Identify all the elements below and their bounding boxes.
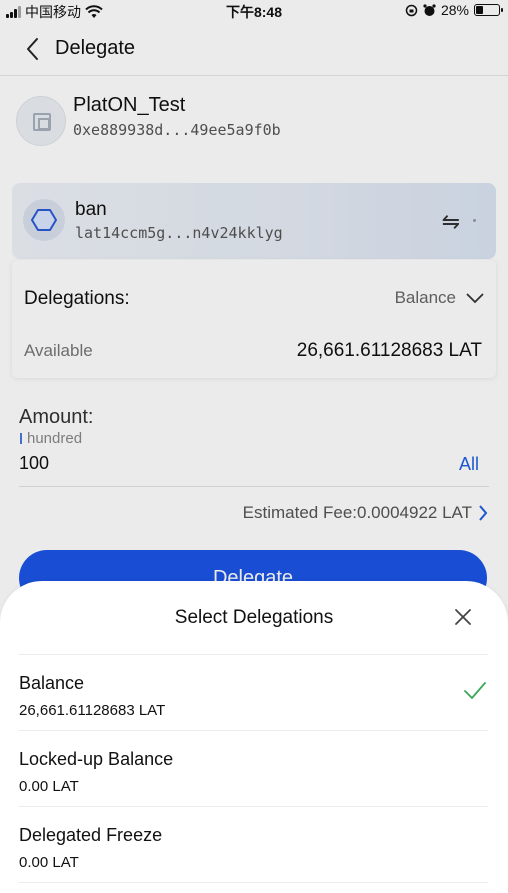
divider: [19, 882, 488, 883]
option-balance[interactable]: Balance 26,661.61128683 LAT: [0, 655, 508, 731]
option-delegated-freeze[interactable]: Delegated Freeze 0.00 LAT: [0, 807, 508, 883]
option-name: Delegated Freeze: [19, 825, 163, 845]
option-amount: 0.00 LAT: [19, 854, 79, 871]
sheet-title: Select Delegations: [174, 607, 334, 628]
option-locked-up-balance[interactable]: Locked-up Balance 0.00 LAT: [0, 731, 508, 807]
option-name: Balance: [19, 673, 85, 693]
checkmark-icon: [464, 682, 486, 699]
option-name: Locked-up Balance: [19, 749, 174, 769]
select-delegations-sheet: Select Delegations Balance 26,661.611286…: [0, 581, 508, 893]
option-amount: 26,661.61128683 LAT: [19, 702, 166, 719]
close-icon[interactable]: [454, 608, 472, 626]
option-amount: 0.00 LAT: [19, 778, 79, 795]
